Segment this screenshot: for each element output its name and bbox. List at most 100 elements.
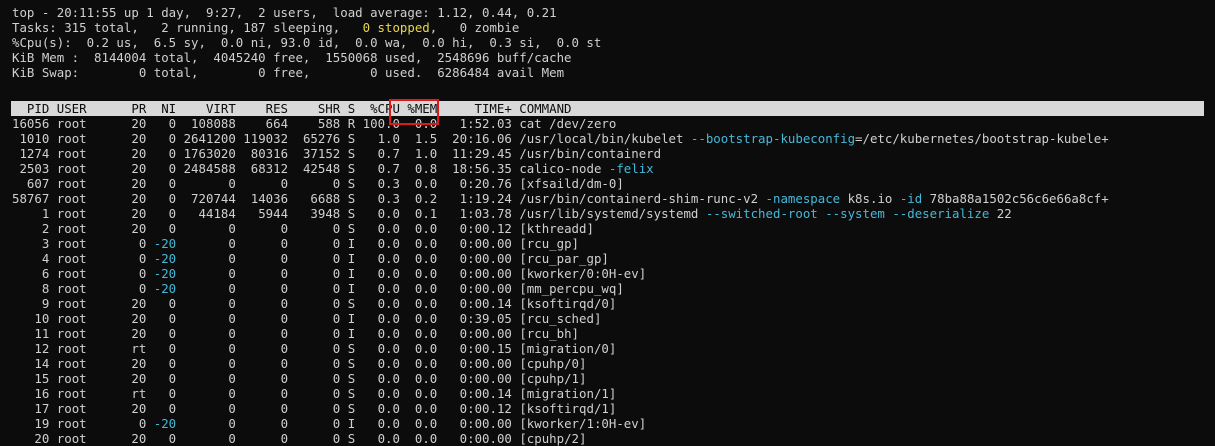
process-row[interactable]: 14 root 20 0 0 0 0 S 0.0 0.0 0:00.00 [cp… <box>12 356 1215 371</box>
process-row[interactable]: 1274 root 20 0 1763020 80316 37152 S 0.7… <box>12 146 1215 161</box>
state-cell: I <box>340 281 356 296</box>
user-cell: root <box>49 281 117 296</box>
command-segment: --bootstrap-kubeconfig <box>690 131 856 146</box>
mem-cell: 0.0 <box>399 221 438 236</box>
shr-cell: 0 <box>288 416 341 431</box>
virt-cell: 0 <box>176 326 236 341</box>
command-segment: [rcu_bh] <box>519 326 580 341</box>
user-cell: root <box>49 161 117 176</box>
ni-cell: 0 <box>146 131 177 146</box>
mem-cell: 0.8 <box>399 161 438 176</box>
process-row[interactable]: 16056 root 20 0 108088 664 588 R 100.0 0… <box>12 116 1215 131</box>
user-cell: root <box>49 176 117 191</box>
command-segment: -id <box>899 191 923 206</box>
res-cell: 119032 <box>235 131 289 146</box>
pr-cell: 20 <box>116 146 147 161</box>
ni-cell: 0 <box>146 356 177 371</box>
process-row[interactable]: 11 root 20 0 0 0 0 I 0.0 0.0 0:00.00 [rc… <box>12 326 1215 341</box>
cpu-cell: 0.0 <box>355 296 400 311</box>
process-row[interactable]: 1 root 20 0 44184 5944 3948 S 0.0 0.1 1:… <box>12 206 1215 221</box>
time-cell: 20:16.06 <box>437 131 512 146</box>
command-segment: [migration/0] <box>519 341 617 356</box>
mem-cell: 0.0 <box>399 326 438 341</box>
state-cell: I <box>340 236 356 251</box>
pid-cell: 9 <box>12 296 50 311</box>
state-cell: S <box>340 191 356 206</box>
pr-cell: 20 <box>116 311 147 326</box>
res-cell: 68312 <box>235 161 289 176</box>
state-cell: I <box>340 416 356 431</box>
process-table: 16056 root 20 0 108088 664 588 R 100.0 0… <box>12 116 1215 446</box>
pid-cell: 16056 <box>12 116 50 131</box>
process-row[interactable]: 1010 root 20 0 2641200 119032 65276 S 1.… <box>12 131 1215 146</box>
pid-cell: 2503 <box>12 161 50 176</box>
state-cell: I <box>340 326 356 341</box>
state-cell: S <box>340 386 356 401</box>
command-segment: [rcu_gp] <box>519 236 580 251</box>
state-cell: S <box>340 371 356 386</box>
ni-cell: 0 <box>146 296 177 311</box>
mem-cell: 1.5 <box>399 131 438 146</box>
res-cell: 0 <box>235 341 289 356</box>
process-row[interactable]: 3 root 0 -20 0 0 0 I 0.0 0.0 0:00.00 [rc… <box>12 236 1215 251</box>
zombie-text: , 0 zombie <box>429 20 520 35</box>
process-row[interactable]: 15 root 20 0 0 0 0 S 0.0 0.0 0:00.00 [cp… <box>12 371 1215 386</box>
process-row[interactable]: 10 root 20 0 0 0 0 I 0.0 0.0 0:39.05 [rc… <box>12 311 1215 326</box>
command-segment: k8s.io <box>840 191 900 206</box>
pid-cell: 607 <box>12 176 50 191</box>
res-cell: 0 <box>235 386 289 401</box>
res-cell: 0 <box>235 266 289 281</box>
pid-cell: 6 <box>12 266 50 281</box>
time-cell: 0:00.00 <box>437 326 512 341</box>
user-cell: root <box>49 131 117 146</box>
res-cell: 0 <box>235 401 289 416</box>
terminal-window[interactable]: top - 20:11:55 up 1 day, 9:27, 2 users, … <box>0 0 1215 446</box>
pr-cell: rt <box>116 341 147 356</box>
mem-cell: 1.0 <box>399 146 438 161</box>
user-cell: root <box>49 251 117 266</box>
process-row[interactable]: 9 root 20 0 0 0 0 S 0.0 0.0 0:00.14 [kso… <box>12 296 1215 311</box>
process-row[interactable]: 4 root 0 -20 0 0 0 I 0.0 0.0 0:00.00 [rc… <box>12 251 1215 266</box>
ni-cell: 0 <box>146 371 177 386</box>
process-row[interactable]: 20 root 20 0 0 0 0 S 0.0 0.0 0:00.00 [cp… <box>12 431 1215 446</box>
cpu-cell: 0.0 <box>355 281 400 296</box>
process-row[interactable]: 6 root 0 -20 0 0 0 I 0.0 0.0 0:00.00 [kw… <box>12 266 1215 281</box>
process-row[interactable]: 8 root 0 -20 0 0 0 I 0.0 0.0 0:00.00 [mm… <box>12 281 1215 296</box>
cpu-cell: 0.0 <box>355 341 400 356</box>
process-row[interactable]: 2 root 20 0 0 0 0 S 0.0 0.0 0:00.12 [kth… <box>12 221 1215 236</box>
pid-cell: 58767 <box>12 191 50 206</box>
user-cell: root <box>49 431 117 446</box>
ni-cell: 0 <box>146 146 177 161</box>
mem-cell: 0.0 <box>399 356 438 371</box>
pr-cell: 0 <box>116 416 147 431</box>
time-cell: 1:52.03 <box>437 116 512 131</box>
cpu-cell: 0.3 <box>355 176 400 191</box>
command-segment: /usr/lib/systemd/systemd <box>519 206 706 221</box>
res-cell: 0 <box>235 311 289 326</box>
cpu-cell: 100.0 <box>355 116 400 131</box>
process-row[interactable]: 17 root 20 0 0 0 0 S 0.0 0.0 0:00.12 [ks… <box>12 401 1215 416</box>
pid-cell: 19 <box>12 416 50 431</box>
process-row[interactable]: 16 root rt 0 0 0 0 S 0.0 0.0 0:00.14 [mi… <box>12 386 1215 401</box>
state-cell: S <box>340 131 356 146</box>
mem-cell: 0.0 <box>399 431 438 446</box>
process-row[interactable]: 12 root rt 0 0 0 0 S 0.0 0.0 0:00.15 [mi… <box>12 341 1215 356</box>
mem-cell: 0.0 <box>399 311 438 326</box>
command-segment: [cpuhp/1] <box>519 371 587 386</box>
process-row[interactable]: 2503 root 20 0 2484588 68312 42548 S 0.7… <box>12 161 1215 176</box>
res-cell: 0 <box>235 296 289 311</box>
virt-cell: 0 <box>176 356 236 371</box>
process-row[interactable]: 19 root 0 -20 0 0 0 I 0.0 0.0 0:00.00 [k… <box>12 416 1215 431</box>
shr-cell: 65276 <box>288 131 341 146</box>
command-segment: [mm_percpu_wq] <box>519 281 624 296</box>
ni-cell: -20 <box>146 266 177 281</box>
res-cell: 0 <box>235 416 289 431</box>
process-row[interactable]: 58767 root 20 0 720744 14036 6688 S 0.3 … <box>12 191 1215 206</box>
state-cell: S <box>340 146 356 161</box>
pr-cell: 0 <box>116 236 147 251</box>
time-cell: 0:00.12 <box>437 401 512 416</box>
process-row[interactable]: 607 root 20 0 0 0 0 S 0.3 0.0 0:20.76 [x… <box>12 176 1215 191</box>
res-cell: 0 <box>235 371 289 386</box>
res-cell: 0 <box>235 221 289 236</box>
